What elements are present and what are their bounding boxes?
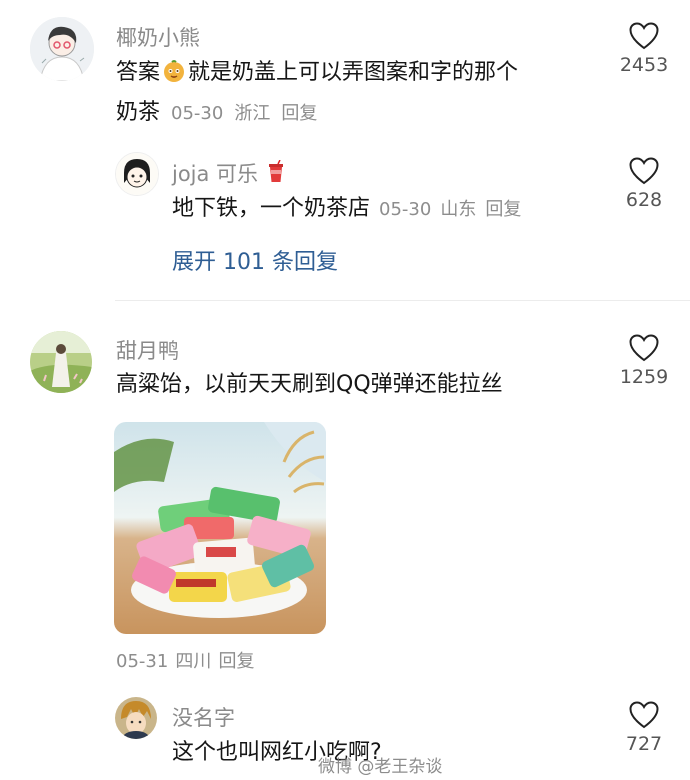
comment-location: 浙江 xyxy=(234,103,271,124)
reply-text: 地下铁，一个奶茶店 xyxy=(172,196,371,221)
comment-date: 05-31 xyxy=(116,651,169,672)
expand-replies-link[interactable]: 展开 101 条回复 xyxy=(172,244,338,276)
comment-username[interactable]: 甜月鸭 xyxy=(116,335,179,365)
reply-date: 05-30 xyxy=(379,199,432,220)
comment-text: 高粱饴，以前天天刷到QQ弹弹还能拉丝 xyxy=(116,372,503,397)
cola-cup-icon xyxy=(267,159,285,189)
comment-meta: 05-31 四川 回复 xyxy=(116,647,255,673)
heart-icon xyxy=(609,701,679,729)
comment-date: 05-30 xyxy=(171,103,224,124)
avatar[interactable] xyxy=(115,152,159,196)
avatar[interactable] xyxy=(30,17,94,81)
like-button[interactable]: 1259 xyxy=(609,334,679,388)
reply-button[interactable]: 回复 xyxy=(219,651,255,672)
comment-text-line2: 奶茶 05-30 浙江 回复 xyxy=(116,94,317,133)
divider xyxy=(115,300,690,301)
like-button[interactable]: 2453 xyxy=(609,22,679,76)
reply-button[interactable]: 回复 xyxy=(485,199,521,220)
comment-location: 四川 xyxy=(175,651,212,672)
like-button[interactable]: 628 xyxy=(609,157,679,211)
candy-plate-photo[interactable] xyxy=(114,422,326,634)
reply-text-line: 地下铁，一个奶茶店 05-30 山东 回复 xyxy=(172,190,521,229)
heart-icon xyxy=(609,22,679,50)
avatar[interactable] xyxy=(30,331,92,393)
avatar[interactable] xyxy=(115,697,157,739)
like-count: 2453 xyxy=(619,54,669,76)
like-count: 1259 xyxy=(619,366,669,388)
comment-text: 答案 就是奶盖上可以弄图案和字的那个 xyxy=(116,54,518,92)
heart-icon xyxy=(609,157,679,185)
like-count: 727 xyxy=(625,733,663,755)
reply-button[interactable]: 回复 xyxy=(281,103,317,124)
reply-username-text: joja 可乐 xyxy=(172,162,259,186)
comment-text-tail: 奶茶 xyxy=(116,100,161,125)
comment-text-part2: 就是奶盖上可以弄图案和字的那个 xyxy=(188,60,519,85)
reply-username[interactable]: joja 可乐 xyxy=(172,158,285,189)
like-button[interactable]: 727 xyxy=(609,701,679,755)
face-emoji xyxy=(162,58,186,82)
heart-icon xyxy=(609,334,679,362)
reply-location: 山东 xyxy=(440,199,477,220)
like-count: 628 xyxy=(625,189,663,211)
comment-username[interactable]: 椰奶小熊 xyxy=(116,22,200,52)
reply-username[interactable]: 没名字 xyxy=(172,702,235,732)
comment-text-part1: 答案 xyxy=(116,60,161,85)
watermark: 微博 @老王杂谈 xyxy=(318,757,443,777)
